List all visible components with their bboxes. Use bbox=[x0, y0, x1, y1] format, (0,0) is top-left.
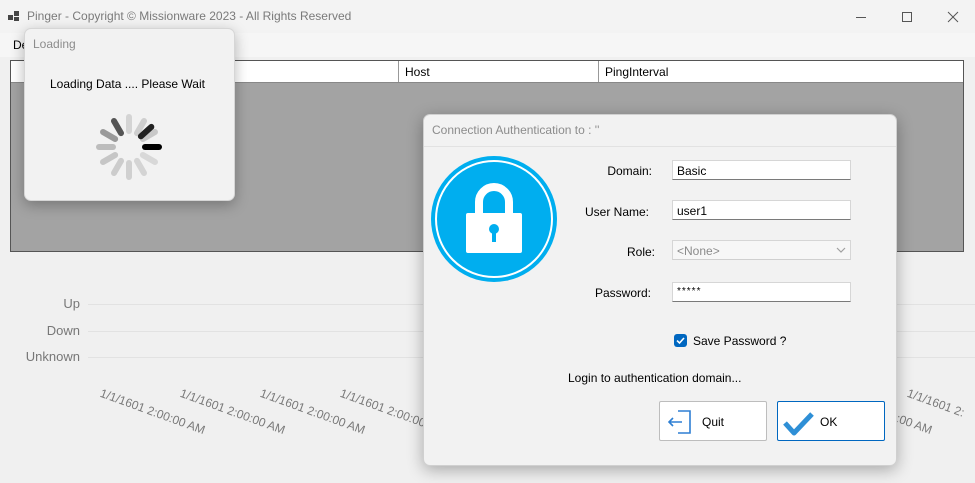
username-input[interactable]: user1 bbox=[672, 200, 851, 220]
minimize-button[interactable] bbox=[838, 0, 884, 33]
maximize-icon bbox=[902, 11, 912, 22]
domain-label: Domain: bbox=[607, 164, 652, 178]
window-title: Pinger - Copyright © Missionware 2023 - … bbox=[27, 9, 352, 23]
role-value: <None> bbox=[677, 244, 720, 258]
spinner-icon bbox=[96, 114, 162, 180]
minimize-icon bbox=[856, 16, 866, 18]
domain-input[interactable]: Basic bbox=[672, 160, 851, 180]
quit-button[interactable]: Quit bbox=[659, 401, 767, 441]
username-label: User Name: bbox=[584, 205, 649, 219]
role-label: Role: bbox=[626, 245, 655, 259]
close-icon bbox=[947, 11, 959, 22]
close-button[interactable] bbox=[930, 0, 975, 33]
y-tick-label-down: Down bbox=[46, 323, 80, 338]
app-icon bbox=[8, 11, 19, 21]
auth-dialog-title: Connection Authentication to : '' bbox=[432, 123, 600, 137]
status-text: Login to authentication domain... bbox=[568, 371, 742, 385]
column-header-ping-interval[interactable]: PingInterval bbox=[599, 61, 963, 82]
save-password-label[interactable]: Save Password ? bbox=[693, 334, 786, 348]
auth-dialog: Connection Authentication to : '' Domain… bbox=[423, 114, 897, 466]
loading-dialog-title: Loading bbox=[33, 37, 76, 51]
role-select[interactable]: <None> bbox=[672, 240, 851, 260]
y-tick-label-up: Up bbox=[63, 296, 80, 311]
exit-icon bbox=[667, 410, 691, 434]
checkmark-icon bbox=[676, 337, 685, 345]
column-header-host[interactable]: Host bbox=[399, 61, 599, 82]
title-divider bbox=[424, 146, 896, 147]
password-label: Password: bbox=[594, 286, 651, 300]
loading-dialog: Loading Loading Data .... Please Wait bbox=[24, 28, 235, 201]
x-tick-label: 1/1/1601 2: bbox=[905, 386, 967, 420]
chevron-down-icon bbox=[836, 247, 846, 253]
save-password-checkbox[interactable] bbox=[674, 334, 687, 347]
ok-button[interactable]: OK bbox=[777, 401, 885, 441]
y-tick-label-unknown: Unknown bbox=[25, 349, 80, 364]
password-input[interactable]: ***** bbox=[672, 282, 851, 302]
check-icon bbox=[783, 412, 814, 436]
ok-button-label: OK bbox=[820, 415, 838, 429]
quit-button-label: Quit bbox=[702, 415, 725, 429]
maximize-button[interactable] bbox=[884, 0, 930, 33]
loading-message: Loading Data .... Please Wait bbox=[50, 77, 205, 91]
